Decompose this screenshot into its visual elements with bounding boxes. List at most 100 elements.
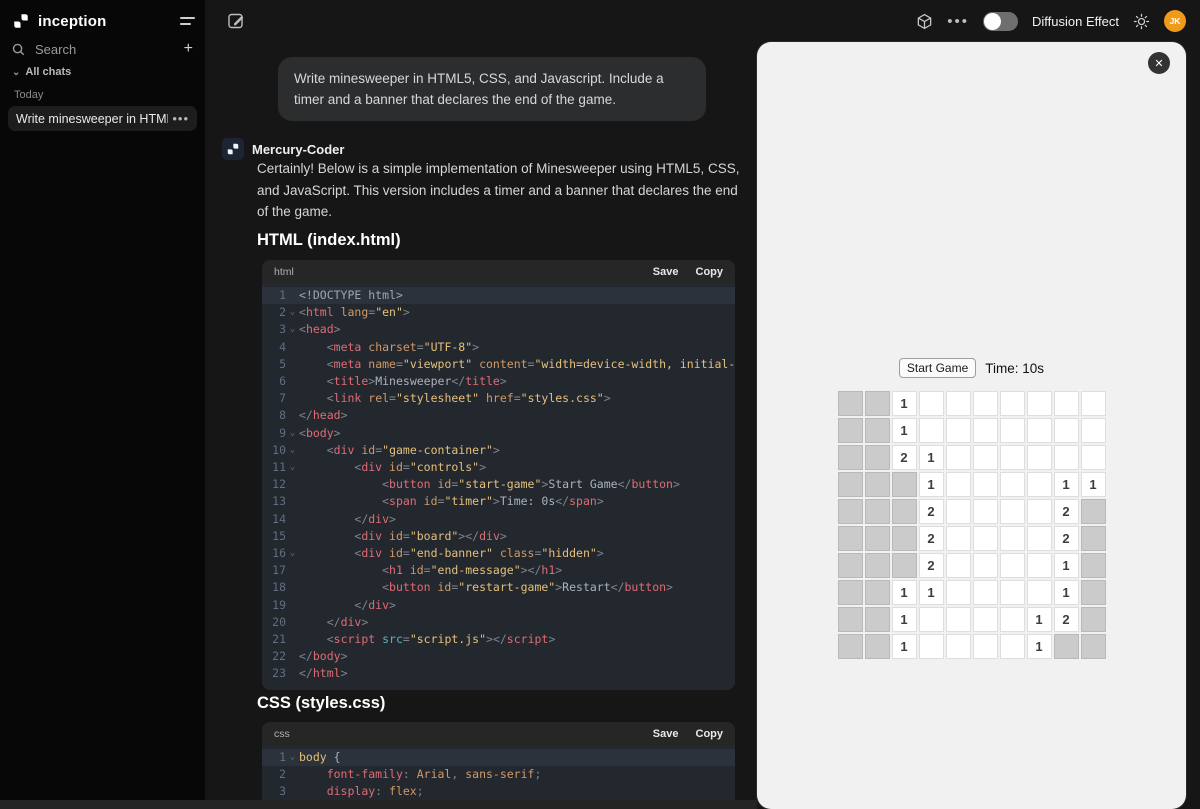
mine-cell[interactable]: 1 (1026, 634, 1052, 659)
mine-cell[interactable] (918, 391, 944, 416)
mine-cell[interactable] (972, 634, 998, 659)
mine-cell[interactable] (972, 472, 998, 497)
fold-chevron-icon[interactable]: ⌄ (286, 442, 299, 459)
chat-item-menu-icon[interactable]: ••• (172, 111, 189, 126)
mine-cell[interactable]: 2 (1053, 607, 1079, 632)
mine-cell[interactable]: 1 (1053, 472, 1079, 497)
mine-cell[interactable] (864, 445, 890, 470)
mine-cell[interactable] (945, 472, 971, 497)
mine-cell[interactable] (837, 418, 863, 443)
mine-cell[interactable] (864, 553, 890, 578)
mine-cell[interactable] (837, 607, 863, 632)
fold-chevron-icon[interactable]: ⌄ (286, 459, 299, 476)
mine-cell[interactable] (945, 499, 971, 524)
fold-chevron-icon[interactable]: ⌄ (286, 321, 299, 338)
mine-cell[interactable] (945, 580, 971, 605)
mine-cell[interactable] (837, 553, 863, 578)
mine-cell[interactable]: 2 (1053, 526, 1079, 551)
mine-cell[interactable] (891, 499, 917, 524)
mine-cell[interactable] (1026, 580, 1052, 605)
mine-cell[interactable]: 1 (918, 580, 944, 605)
mine-cell[interactable]: 2 (918, 553, 944, 578)
mine-cell[interactable]: 1 (891, 418, 917, 443)
mine-cell[interactable] (1026, 553, 1052, 578)
copy-button[interactable]: Copy (696, 266, 724, 278)
mine-cell[interactable] (837, 445, 863, 470)
fold-chevron-icon[interactable]: ⌄ (286, 304, 299, 321)
mine-cell[interactable]: 2 (1053, 499, 1079, 524)
mine-cell[interactable] (945, 391, 971, 416)
mine-cell[interactable] (999, 472, 1025, 497)
mine-cell[interactable]: 1 (1053, 580, 1079, 605)
mine-cell[interactable] (1053, 391, 1079, 416)
diffusion-effect-toggle[interactable] (983, 11, 1019, 31)
all-chats-toggle[interactable]: ⌄ All chats (12, 66, 71, 78)
mine-cell[interactable] (837, 391, 863, 416)
mine-cell[interactable] (972, 580, 998, 605)
mine-cell[interactable] (1080, 391, 1106, 416)
mine-cell[interactable]: 1 (1053, 553, 1079, 578)
fold-chevron-icon[interactable]: ⌄ (286, 749, 299, 766)
mine-cell[interactable] (999, 553, 1025, 578)
copy-button[interactable]: Copy (696, 728, 724, 740)
mine-cell[interactable] (945, 607, 971, 632)
mine-cell[interactable] (945, 418, 971, 443)
mine-cell[interactable] (891, 553, 917, 578)
mine-cell[interactable] (864, 499, 890, 524)
theme-sun-icon[interactable] (1133, 13, 1150, 30)
code-editor[interactable]: 1 ⌄ body {2 font-family: Arial, sans-serif… (262, 745, 735, 808)
mine-cell[interactable] (864, 607, 890, 632)
save-button[interactable]: Save (653, 266, 679, 278)
mine-cell[interactable] (999, 526, 1025, 551)
sidebar-collapse-icon[interactable] (180, 17, 195, 25)
mine-cell[interactable]: 1 (1026, 607, 1052, 632)
mine-cell[interactable] (945, 634, 971, 659)
model-box-icon[interactable] (916, 13, 933, 30)
mine-cell[interactable]: 2 (918, 499, 944, 524)
mine-cell[interactable] (972, 445, 998, 470)
mine-cell[interactable] (864, 634, 890, 659)
search-row[interactable]: Search + (12, 38, 193, 60)
sidebar-chat-item[interactable]: Write minesweeper in HTML5 ••• (8, 106, 197, 131)
mine-cell[interactable] (1080, 526, 1106, 551)
code-editor[interactable]: 1 <!DOCTYPE html> 2 ⌄ <html lang="en"> 3 ⌄ <hea… (262, 283, 735, 690)
mine-cell[interactable] (837, 580, 863, 605)
mine-cell[interactable] (891, 472, 917, 497)
mine-cell[interactable] (999, 607, 1025, 632)
mine-cell[interactable] (999, 418, 1025, 443)
fold-chevron-icon[interactable]: ⌄ (286, 545, 299, 562)
mine-cell[interactable] (864, 526, 890, 551)
mine-cell[interactable] (1053, 445, 1079, 470)
mine-cell[interactable] (891, 526, 917, 551)
mine-cell[interactable] (864, 580, 890, 605)
new-chat-compose-icon[interactable] (227, 11, 246, 30)
mine-cell[interactable] (1026, 418, 1052, 443)
start-game-button[interactable]: Start Game (898, 358, 977, 378)
mine-cell[interactable] (918, 634, 944, 659)
mine-cell[interactable] (972, 553, 998, 578)
mine-cell[interactable] (918, 607, 944, 632)
mine-cell[interactable] (1026, 526, 1052, 551)
mine-cell[interactable] (837, 499, 863, 524)
user-avatar[interactable]: JK (1164, 10, 1186, 32)
mine-cell[interactable] (972, 391, 998, 416)
mine-cell[interactable]: 1 (918, 472, 944, 497)
mine-cell[interactable]: 1 (891, 391, 917, 416)
new-chat-button[interactable]: + (184, 41, 193, 57)
mine-cell[interactable] (918, 418, 944, 443)
close-icon[interactable]: ✕ (1148, 52, 1170, 74)
mine-cell[interactable] (1026, 499, 1052, 524)
mine-cell[interactable]: 1 (1080, 472, 1106, 497)
mine-cell[interactable] (972, 499, 998, 524)
mine-cell[interactable] (999, 391, 1025, 416)
mine-cell[interactable] (864, 472, 890, 497)
mine-cell[interactable]: 2 (891, 445, 917, 470)
mine-cell[interactable] (1080, 499, 1106, 524)
mine-cell[interactable]: 1 (891, 607, 917, 632)
mine-cell[interactable]: 1 (891, 634, 917, 659)
mine-cell[interactable] (1080, 634, 1106, 659)
mine-cell[interactable] (1053, 418, 1079, 443)
fold-chevron-icon[interactable]: ⌄ (286, 425, 299, 442)
save-button[interactable]: Save (653, 728, 679, 740)
mine-cell[interactable] (1080, 607, 1106, 632)
